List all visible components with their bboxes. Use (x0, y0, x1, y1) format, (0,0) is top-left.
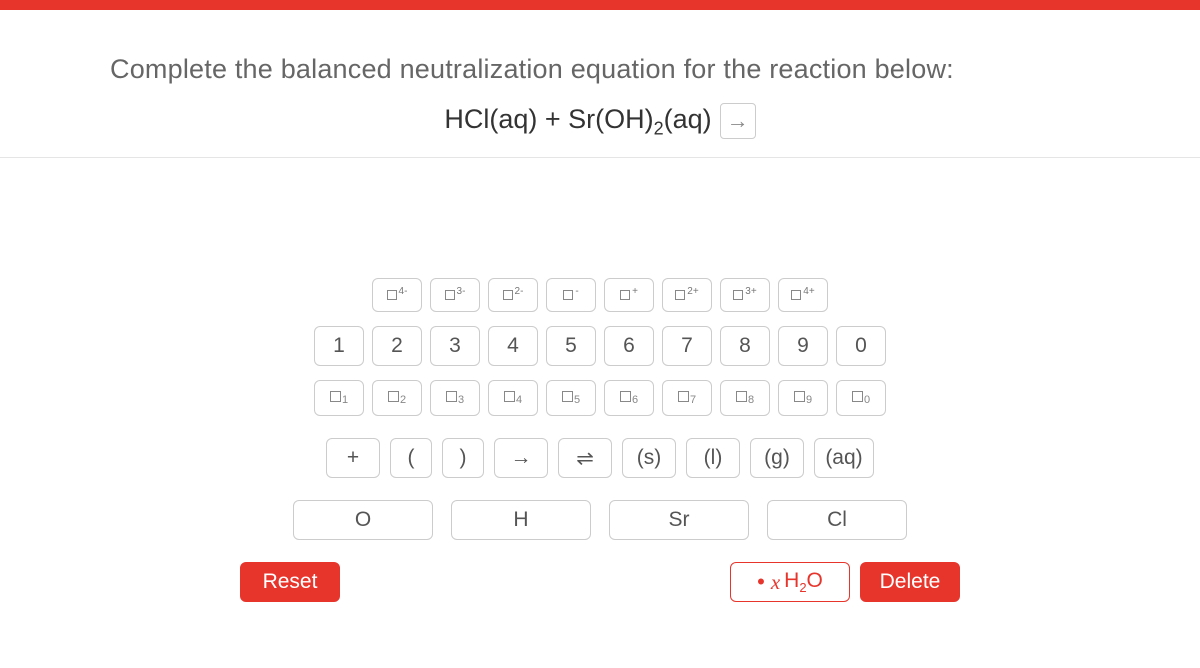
h2o-x: x (771, 570, 780, 595)
sub-0[interactable]: 0 (836, 380, 886, 416)
sub-3[interactable]: 3 (430, 380, 480, 416)
symbol-row: + ( ) → ⇌ (s) (l) (g) (aq) (326, 438, 874, 478)
sub-2[interactable]: 2 (372, 380, 422, 416)
num-3[interactable]: 3 (430, 326, 480, 366)
state-gas[interactable]: (g) (750, 438, 804, 478)
sub-8[interactable]: 8 (720, 380, 770, 416)
charge-2plus[interactable]: 2+ (662, 278, 712, 312)
sym-rparen[interactable]: ) (442, 438, 484, 478)
subscript-row: 1 2 3 4 5 6 7 8 9 0 (314, 380, 886, 416)
h2o-hydrate-button[interactable]: • x H2O (730, 562, 850, 602)
charge-3minus[interactable]: 3- (430, 278, 480, 312)
top-accent-bar (0, 0, 1200, 10)
sym-right-arrow[interactable]: → (494, 438, 548, 478)
h2o-label: H2O (784, 569, 823, 595)
charge-row: 4- 3- 2- - + 2+ 3+ 4+ (372, 278, 828, 312)
sym-plus[interactable]: + (326, 438, 380, 478)
element-cl[interactable]: Cl (767, 500, 907, 540)
state-liquid[interactable]: (l) (686, 438, 740, 478)
num-5[interactable]: 5 (546, 326, 596, 366)
answer-slot[interactable]: → (720, 103, 756, 139)
num-1[interactable]: 1 (314, 326, 364, 366)
number-row: 1 2 3 4 5 6 7 8 9 0 (314, 326, 886, 366)
state-aqueous[interactable]: (aq) (814, 438, 874, 478)
charge-plus[interactable]: + (604, 278, 654, 312)
sub-4[interactable]: 4 (488, 380, 538, 416)
sub-6[interactable]: 6 (604, 380, 654, 416)
sub-9[interactable]: 9 (778, 380, 828, 416)
sym-equilibrium[interactable]: ⇌ (558, 438, 612, 478)
keypad: 4- 3- 2- - + 2+ 3+ 4+ 1 2 3 4 5 6 7 8 9 … (0, 158, 1200, 602)
charge-4plus[interactable]: 4+ (778, 278, 828, 312)
num-8[interactable]: 8 (720, 326, 770, 366)
charge-3plus[interactable]: 3+ (720, 278, 770, 312)
equation: HCl(aq) + Sr(OH)2(aq) → (110, 103, 1090, 139)
sub-1[interactable]: 1 (314, 380, 364, 416)
num-6[interactable]: 6 (604, 326, 654, 366)
prompt-text: Complete the balanced neutralization equ… (110, 54, 1090, 85)
element-row: O H Sr Cl (293, 500, 907, 540)
charge-minus[interactable]: - (546, 278, 596, 312)
num-2[interactable]: 2 (372, 326, 422, 366)
element-h[interactable]: H (451, 500, 591, 540)
sub-5[interactable]: 5 (546, 380, 596, 416)
equation-lhs: HCl(aq) + Sr(OH)2(aq) (444, 104, 711, 139)
control-row: Reset • x H2O Delete (240, 562, 960, 602)
sym-lparen[interactable]: ( (390, 438, 432, 478)
charge-4minus[interactable]: 4- (372, 278, 422, 312)
prompt-section: Complete the balanced neutralization equ… (0, 10, 1200, 139)
sub-7[interactable]: 7 (662, 380, 712, 416)
state-solid[interactable]: (s) (622, 438, 676, 478)
charge-2minus[interactable]: 2- (488, 278, 538, 312)
element-o[interactable]: O (293, 500, 433, 540)
num-7[interactable]: 7 (662, 326, 712, 366)
element-sr[interactable]: Sr (609, 500, 749, 540)
delete-button[interactable]: Delete (860, 562, 960, 602)
num-4[interactable]: 4 (488, 326, 538, 366)
num-0[interactable]: 0 (836, 326, 886, 366)
reset-button[interactable]: Reset (240, 562, 340, 602)
num-9[interactable]: 9 (778, 326, 828, 366)
